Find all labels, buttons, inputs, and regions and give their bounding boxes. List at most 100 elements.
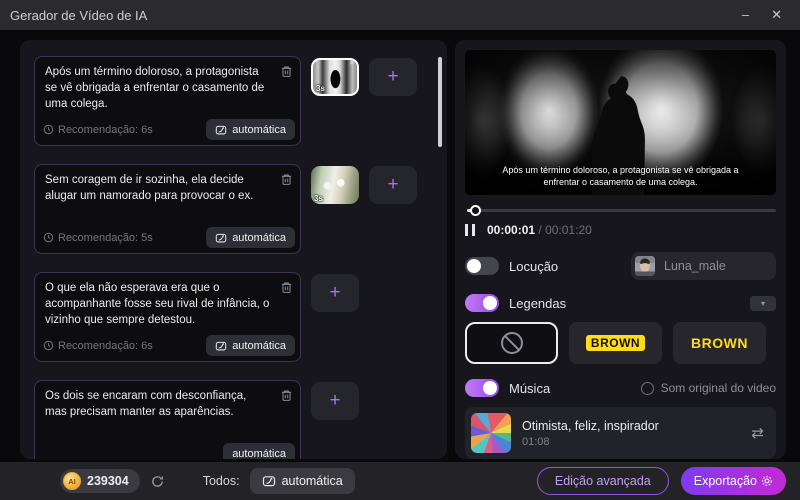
voice-selector[interactable]: Luna_male xyxy=(631,252,776,280)
slider-track[interactable] xyxy=(467,209,776,212)
scene-row-2: Sem coragem de ir sozinha, ela decide al… xyxy=(34,164,447,254)
caption-style-brown-badge[interactable]: BROWN xyxy=(569,322,662,364)
preview-panel: Após um término doloroso, a protagonista… xyxy=(455,40,786,459)
voice-name: Luna_male xyxy=(664,259,726,273)
scrollbar[interactable] xyxy=(438,57,442,147)
scene-text-input-1[interactable]: Após um término doloroso, a protagonista… xyxy=(35,57,300,115)
video-preview: Após um término doloroso, a protagonista… xyxy=(465,50,776,195)
pause-icon[interactable] xyxy=(465,224,475,236)
credits-badge: AI 239304 xyxy=(60,469,140,493)
auto-label: automática xyxy=(232,231,286,244)
plus-icon: + xyxy=(387,174,399,195)
prohibition-icon xyxy=(500,332,523,354)
music-label: Música xyxy=(509,380,551,396)
main-area: Após um término doloroso, a protagonista… xyxy=(0,30,800,462)
chevron-down-icon: ▾ xyxy=(760,298,765,308)
playback-slider[interactable] xyxy=(465,204,776,216)
current-time: 00:00:01 xyxy=(487,223,536,237)
auto-duration-button[interactable]: automática xyxy=(206,335,295,356)
auto-label: automática xyxy=(281,474,343,488)
captions-label: Legendas xyxy=(509,295,567,311)
music-toggle[interactable] xyxy=(465,379,499,397)
add-clip-button-2[interactable]: + xyxy=(369,166,417,204)
music-track-duration: 01:08 xyxy=(522,435,550,448)
auto-icon xyxy=(215,340,227,352)
scene-footer: automática xyxy=(43,443,295,459)
scene-card-2: Sem coragem de ir sozinha, ela decide al… xyxy=(34,164,301,254)
music-track-title: Otimista, feliz, inspirador xyxy=(522,418,659,433)
caption-styles: BROWN BROWN xyxy=(465,322,776,364)
captions-toggle[interactable] xyxy=(465,294,499,312)
trash-icon[interactable] xyxy=(280,173,293,186)
plus-icon: + xyxy=(329,282,341,303)
recommendation-label: Recomendação: 5s xyxy=(58,231,153,244)
caption-style-none[interactable] xyxy=(465,322,558,364)
original-sound-checkbox[interactable] xyxy=(640,381,654,395)
clock-icon xyxy=(43,232,54,243)
trash-icon[interactable] xyxy=(280,65,293,78)
captions-dropdown-button[interactable]: ▾ xyxy=(750,295,776,311)
caption-style-brown-text[interactable]: BROWN xyxy=(673,322,766,364)
caption-style-label: BROWN xyxy=(691,335,748,351)
thumbnail-close-icon[interactable]: ✕ xyxy=(349,60,355,67)
plus-icon: + xyxy=(329,390,341,411)
music-artwork xyxy=(471,413,511,453)
window-controls: – ✕ xyxy=(742,0,790,30)
captions-row: Legendas ▾ xyxy=(465,294,776,312)
scene-row-1: Após um término doloroso, a protagonista… xyxy=(34,56,447,146)
ai-coin-icon: AI xyxy=(63,472,81,490)
music-row: Música Som original do video xyxy=(465,379,776,397)
scenes-panel: Após um término doloroso, a protagonista… xyxy=(20,40,447,459)
trash-icon[interactable] xyxy=(280,281,293,294)
time-display: 00:00:01 / 00:01:20 xyxy=(487,223,592,237)
close-icon[interactable]: ✕ xyxy=(771,0,782,30)
slider-knob[interactable] xyxy=(470,205,481,216)
auto-icon xyxy=(215,124,227,136)
clock-icon xyxy=(43,340,54,351)
recommendation-label: Recomendação: 6s xyxy=(58,339,153,352)
recommendation-label: Recomendação: 6s xyxy=(58,123,153,136)
scene-thumbnail-2[interactable]: 3s xyxy=(311,166,359,204)
export-label: Exportação xyxy=(693,474,757,488)
add-clip-button-1[interactable]: + xyxy=(369,58,417,96)
thumbnail-duration: 3s xyxy=(316,84,325,93)
swap-track-icon[interactable]: ⇄ xyxy=(751,424,764,442)
scene-text-input-3[interactable]: O que ela não esperava era que o acompan… xyxy=(35,273,300,331)
original-sound-label: Som original do video xyxy=(660,381,776,395)
voiceover-row: Locução Luna_male xyxy=(465,252,776,280)
scene-text-input-4[interactable]: Os dois se encaram com desconfiança, mas… xyxy=(35,381,300,439)
scene-card-1: Após um término doloroso, a protagonista… xyxy=(34,56,301,146)
trash-icon[interactable] xyxy=(280,389,293,402)
auto-duration-button[interactable]: automática xyxy=(206,119,295,140)
voiceover-label: Locução xyxy=(509,258,559,274)
scene-card-3: O que ela não esperava era que o acompan… xyxy=(34,272,301,362)
all-scenes-label: Todos: xyxy=(202,474,240,488)
all-auto-duration-button[interactable]: automática xyxy=(249,468,355,494)
auto-icon xyxy=(215,232,227,244)
thumbnail-duration: 3s xyxy=(314,194,323,203)
music-track-card: Otimista, feliz, inspirador 01:08 ⇄ xyxy=(465,407,776,459)
auto-duration-button[interactable]: automática xyxy=(223,443,295,459)
auto-duration-button[interactable]: automática xyxy=(206,227,295,248)
scene-text-input-2[interactable]: Sem coragem de ir sozinha, ela decide al… xyxy=(35,165,300,223)
credits-count: 239304 xyxy=(87,474,129,488)
auto-label: automática xyxy=(232,447,286,460)
scene-thumbnail-1[interactable]: ✕ 3s xyxy=(311,58,359,96)
titlebar: Gerador de Vídeo de IA – ✕ xyxy=(0,0,800,30)
voiceover-toggle[interactable] xyxy=(465,257,499,275)
plus-icon: + xyxy=(387,66,399,87)
video-subtitle: Após um término doloroso, a protagonista… xyxy=(502,164,739,187)
add-clip-button-4[interactable]: + xyxy=(311,382,359,420)
minimize-icon[interactable]: – xyxy=(742,0,749,30)
caption-style-label: BROWN xyxy=(585,335,646,351)
voice-avatar xyxy=(635,256,655,276)
advanced-edit-button[interactable]: Edição avançada xyxy=(536,467,669,495)
export-button[interactable]: Exportação xyxy=(680,467,786,495)
time-separator: / xyxy=(538,223,542,237)
refresh-credits-button[interactable] xyxy=(150,474,165,489)
scene-footer: Recomendação: 5s automática xyxy=(43,227,295,248)
add-clip-button-3[interactable]: + xyxy=(311,274,359,312)
total-time: 00:01:20 xyxy=(545,223,592,237)
scene-row-4: Os dois se encaram com desconfiança, mas… xyxy=(34,380,447,459)
auto-label: automática xyxy=(232,123,286,136)
